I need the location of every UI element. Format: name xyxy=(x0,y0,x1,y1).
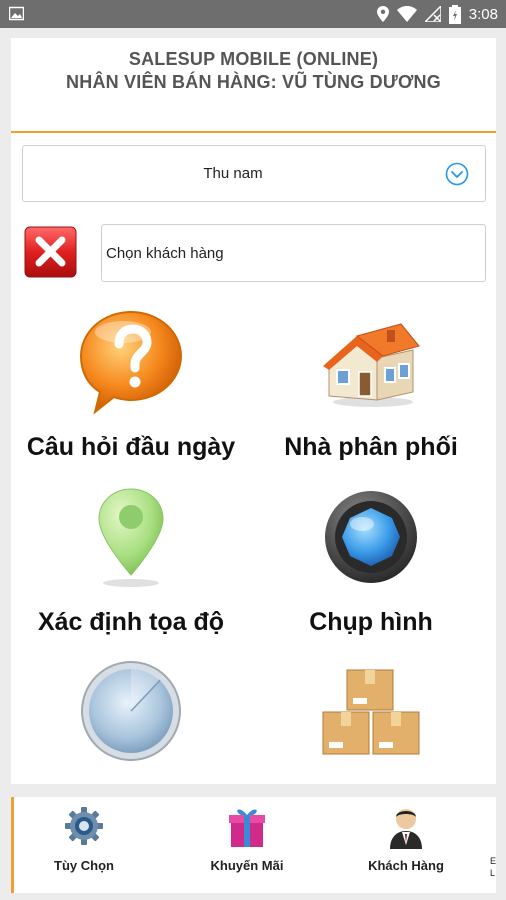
tile-inventory[interactable] xyxy=(251,658,491,784)
no-signal-icon xyxy=(424,6,441,22)
question-bubble-icon xyxy=(79,310,183,415)
tile-take-photo[interactable]: Chụp hình xyxy=(251,483,491,648)
nav-more-truncated[interactable]: E L xyxy=(490,855,496,885)
nav-promotions[interactable]: Khuyến Mãi xyxy=(177,797,317,893)
main-card: SALESUP MOBILE (ONLINE) NHÂN VIÊN BÁN HÀ… xyxy=(11,38,496,784)
nav-options[interactable]: Tùy Chọn xyxy=(14,797,154,893)
camera-lens-icon xyxy=(325,491,417,583)
radar-icon xyxy=(81,661,181,761)
tile-daily-questions-label: Câu hỏi đầu ngày xyxy=(26,433,236,461)
map-pin-icon xyxy=(98,488,164,587)
customer-select-input[interactable] xyxy=(101,224,486,282)
tile-locate-coordinates[interactable]: Xác định tọa độ xyxy=(11,483,251,648)
customer-icon xyxy=(390,809,422,849)
house-icon xyxy=(323,323,420,407)
tile-locate-coordinates-label: Xác định tọa độ xyxy=(37,608,225,636)
tile-take-photo-label: Chụp hình xyxy=(309,608,433,636)
salesperson-title: NHÂN VIÊN BÁN HÀNG: VŨ TÙNG DƯƠNG xyxy=(66,72,441,92)
tile-distributor[interactable]: Nhà phân phối xyxy=(251,306,491,471)
status-time: 3:08 xyxy=(468,5,498,23)
nav-options-label: Tùy Chọn xyxy=(54,858,114,873)
route-dropdown-value: Thu nam xyxy=(203,165,263,182)
tile-radar[interactable] xyxy=(11,658,251,784)
nav-promotions-label: Khuyến Mãi xyxy=(210,858,284,873)
battery-icon xyxy=(448,4,461,24)
tile-daily-questions[interactable]: Câu hỏi đầu ngày xyxy=(11,306,251,471)
header-divider xyxy=(11,131,496,133)
tile-distributor-label: Nhà phân phối xyxy=(284,433,458,461)
bottom-nav: Tùy Chọn Khuyến Mãi Khách Hàng E L xyxy=(11,797,496,893)
gear-icon xyxy=(65,807,103,845)
app-title: SALESUP MOBILE (ONLINE) xyxy=(128,49,379,69)
status-bar: 3:08 xyxy=(0,0,506,28)
boxes-icon xyxy=(322,669,420,755)
nav-customers-label: Khách Hàng xyxy=(368,858,444,873)
clear-customer-button[interactable] xyxy=(24,226,77,278)
nav-customers[interactable]: Khách Hàng xyxy=(336,797,476,893)
page-title: SALESUP MOBILE (ONLINE) NHÂN VIÊN BÁN HÀ… xyxy=(11,48,496,94)
location-icon xyxy=(376,6,389,22)
chevron-down-circle-icon xyxy=(445,162,469,186)
route-dropdown[interactable]: Thu nam xyxy=(22,145,486,202)
wifi-icon xyxy=(396,6,417,22)
image-icon xyxy=(9,6,24,21)
gift-icon xyxy=(229,809,265,847)
